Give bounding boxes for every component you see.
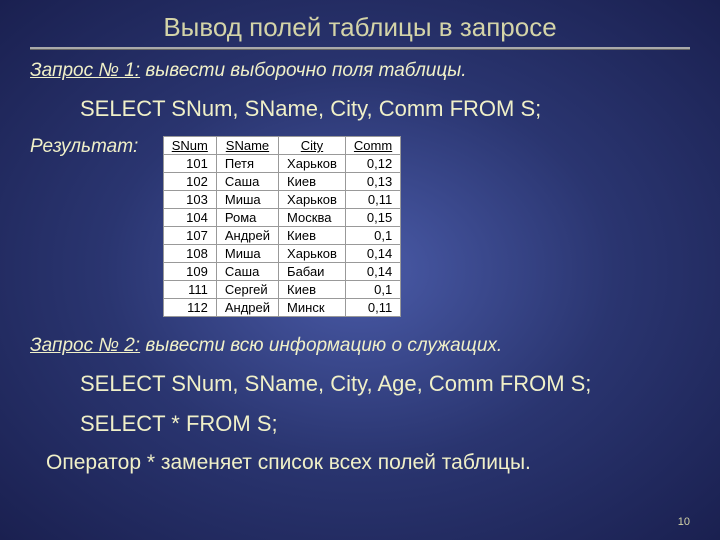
table-cell: 0,11 [345,299,400,317]
query1-label: Запрос № 1: вывести выборочно поля табли… [30,60,690,82]
table-row: 111СергейКиев0,1 [163,281,400,299]
table-row: 102СашаКиев0,13 [163,173,400,191]
table-cell: Рома [216,209,278,227]
table-row: 104РомаМосква0,15 [163,209,400,227]
table-cell: Киев [279,173,346,191]
table-cell: 0,12 [345,155,400,173]
footnote: Оператор * заменяет список всех полей та… [46,451,690,475]
query2-sql2: SELECT * FROM S; [80,411,690,437]
query1-text: вывести выборочно поля таблицы. [140,60,466,81]
table-header-row: SNum SName City Comm [163,137,400,155]
table-row: 107АндрейКиев0,1 [163,227,400,245]
table-cell: Сергей [216,281,278,299]
slide-title: Вывод полей таблицы в запросе [30,12,690,43]
query1-prefix: Запрос № 1: [30,60,140,81]
slide: Вывод полей таблицы в запросе Запрос № 1… [0,0,720,540]
table-cell: Харьков [279,191,346,209]
table-cell: Киев [279,227,346,245]
table-cell: 0,11 [345,191,400,209]
col-city: City [279,137,346,155]
query2-text: вывести всю информацию о служащих. [140,335,502,356]
table-cell: Петя [216,155,278,173]
table-cell: 108 [163,245,216,263]
col-comm: Comm [345,137,400,155]
table-cell: Миша [216,191,278,209]
table-cell: 0,14 [345,245,400,263]
table-cell: Саша [216,173,278,191]
title-divider [30,47,690,50]
table-cell: 0,1 [345,227,400,245]
col-snum: SNum [163,137,216,155]
table-cell: 0,14 [345,263,400,281]
table-cell: Минск [279,299,346,317]
query2-sql1: SELECT SNum, SName, City, Age, Comm FROM… [80,371,690,397]
table-row: 103МишаХарьков0,11 [163,191,400,209]
query1-sql: SELECT SNum, SName, City, Comm FROM S; [80,96,690,122]
table-cell: 0,15 [345,209,400,227]
table-cell: 101 [163,155,216,173]
table-cell: Андрей [216,299,278,317]
table-cell: 0,1 [345,281,400,299]
page-number: 10 [678,516,690,528]
table-row: 108МишаХарьков0,14 [163,245,400,263]
table-cell: Миша [216,245,278,263]
result-label: Результат: [30,136,138,158]
table-cell: Харьков [279,245,346,263]
table-cell: Саша [216,263,278,281]
table-cell: 107 [163,227,216,245]
table-row: 112АндрейМинск0,11 [163,299,400,317]
table-cell: Харьков [279,155,346,173]
table-cell: 104 [163,209,216,227]
table-cell: Киев [279,281,346,299]
table-cell: 111 [163,281,216,299]
result-row: Результат: SNum SName City Comm 101ПетяХ… [30,136,690,317]
query2-label: Запрос № 2: вывести всю информацию о слу… [30,335,690,357]
table-cell: Бабаи [279,263,346,281]
query2-prefix: Запрос № 2: [30,335,140,356]
table-cell: Москва [279,209,346,227]
table-cell: 0,13 [345,173,400,191]
table-cell: 103 [163,191,216,209]
table-cell: 112 [163,299,216,317]
col-sname: SName [216,137,278,155]
table-cell: 102 [163,173,216,191]
table-row: 101ПетяХарьков0,12 [163,155,400,173]
result-table: SNum SName City Comm 101ПетяХарьков0,121… [163,136,401,317]
table-row: 109СашаБабаи0,14 [163,263,400,281]
table-cell: Андрей [216,227,278,245]
table-cell: 109 [163,263,216,281]
result-table-wrap: SNum SName City Comm 101ПетяХарьков0,121… [163,136,401,317]
